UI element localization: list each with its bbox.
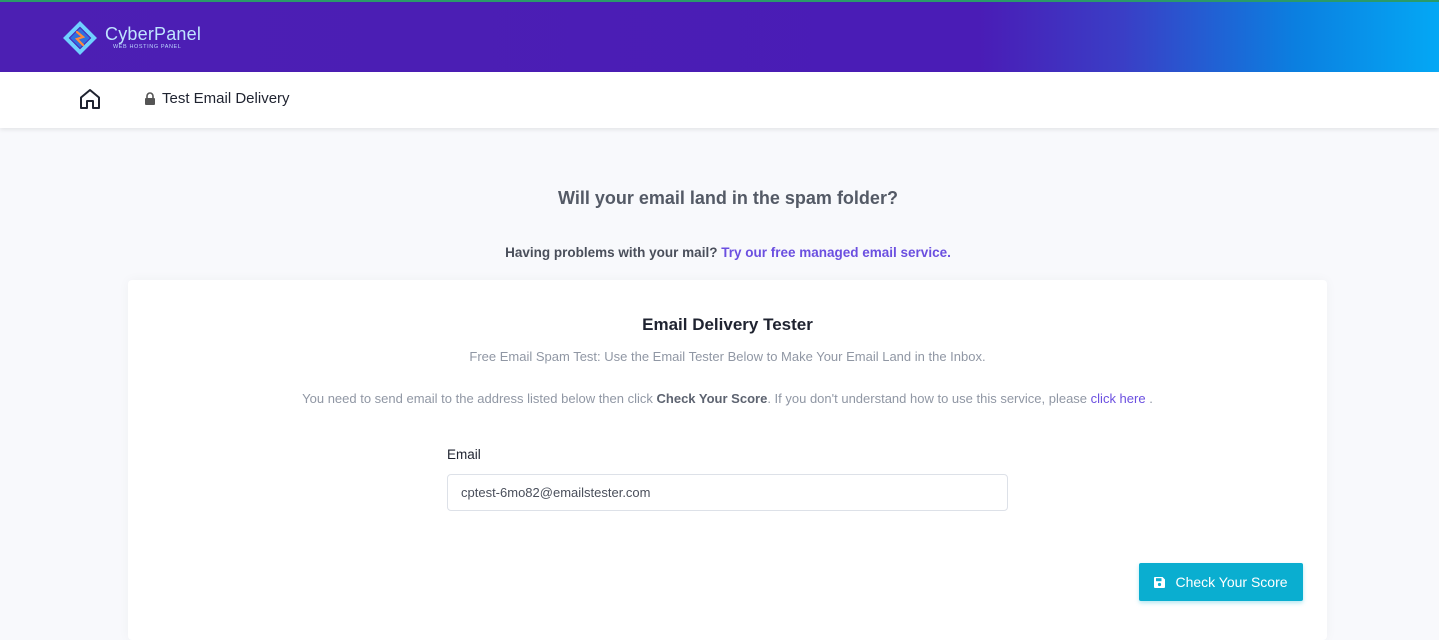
breadcrumb: Test Email Delivery: [0, 72, 1439, 128]
check-score-button[interactable]: Check Your Score: [1139, 563, 1303, 601]
instructions-suffix: .: [1149, 391, 1153, 406]
save-icon: [1154, 576, 1166, 588]
managed-email-link[interactable]: Try our free managed email service.: [721, 245, 951, 260]
brand-text: CyberPanel WEB HOSTING PANEL: [105, 25, 201, 51]
breadcrumb-label: Test Email Delivery: [162, 90, 290, 107]
lock-icon: [145, 92, 155, 105]
instructions-bold: Check Your Score: [656, 391, 768, 406]
subtitle-text: Having problems with your mail?: [505, 245, 718, 260]
top-header: CyberPanel WEB HOSTING PANEL: [0, 0, 1439, 72]
page-title: Will your email land in the spam folder?: [558, 188, 898, 208]
brand-logo[interactable]: CyberPanel WEB HOSTING PANEL: [62, 20, 201, 56]
check-score-label: Check Your Score: [1175, 574, 1288, 590]
cyberpanel-logo-icon: [63, 21, 97, 55]
instructions-middle: . If you don't understand how to use thi…: [767, 391, 1088, 406]
card-instructions: You need to send email to the address li…: [128, 391, 1327, 406]
instructions-text: You need to send email to the address li…: [302, 391, 653, 406]
email-tester-card: Email Delivery Tester Free Email Spam Te…: [128, 280, 1327, 640]
breadcrumb-current: Test Email Delivery: [144, 90, 290, 107]
card-description: Free Email Spam Test: Use the Email Test…: [469, 349, 986, 364]
page-subtitle: Having problems with your mail? Try our …: [0, 245, 1439, 260]
email-label: Email: [447, 447, 481, 462]
email-field[interactable]: [447, 474, 1008, 511]
card-title: Email Delivery Tester: [642, 315, 813, 334]
click-here-link[interactable]: click here: [1091, 391, 1146, 406]
home-icon[interactable]: [78, 87, 102, 111]
brand-name: CyberPanel: [105, 24, 202, 45]
brand-tagline: WEB HOSTING PANEL: [113, 44, 182, 51]
